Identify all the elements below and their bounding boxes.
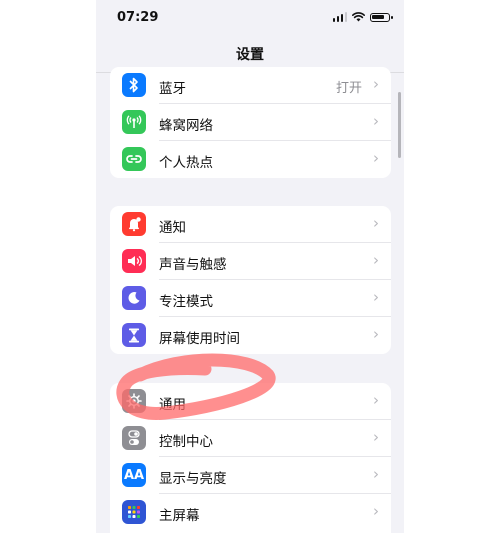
settings-row-focus[interactable]: 专注模式 › bbox=[110, 280, 391, 317]
chevron-right-icon: › bbox=[373, 112, 379, 130]
settings-row-cellular[interactable]: 蜂窝网络 › bbox=[110, 104, 391, 141]
cellular-icon bbox=[122, 110, 146, 134]
chevron-right-icon: › bbox=[373, 428, 379, 446]
chevron-right-icon: › bbox=[373, 391, 379, 409]
settings-row-sounds-haptics[interactable]: 声音与触感 › bbox=[110, 243, 391, 280]
hotspot-icon bbox=[122, 147, 146, 171]
settings-row-personal-hotspot[interactable]: 个人热点 › bbox=[110, 141, 391, 178]
settings-row-notifications[interactable]: 通知 › bbox=[110, 206, 391, 243]
chevron-right-icon: › bbox=[373, 502, 379, 520]
bluetooth-icon bbox=[122, 73, 146, 97]
status-time: 07:29 bbox=[117, 10, 159, 25]
settings-row-label: 专注模式 bbox=[159, 294, 213, 310]
settings-row-label: 屏幕使用时间 bbox=[159, 331, 240, 347]
settings-row-value: 打开 bbox=[335, 81, 362, 96]
settings-group-connectivity: 蓝牙 打开 › 蜂窝网络 › 个人热点 › bbox=[110, 67, 391, 178]
settings-row-bluetooth[interactable]: 蓝牙 打开 › bbox=[110, 67, 391, 104]
settings-row-label: 控制中心 bbox=[159, 434, 213, 450]
page-title: 设置 bbox=[236, 47, 264, 63]
chevron-right-icon: › bbox=[373, 251, 379, 269]
settings-row-screen-time[interactable]: 屏幕使用时间 › bbox=[110, 317, 391, 354]
settings-row-label: 蜂窝网络 bbox=[159, 118, 213, 134]
settings-screen: 07:29 设置 蓝牙 打开 › 蜂窝网络 › 个人热点 › 通知 › 声音与触… bbox=[96, 0, 404, 533]
chevron-right-icon: › bbox=[373, 149, 379, 167]
sound-icon bbox=[122, 249, 146, 273]
chevron-right-icon: › bbox=[373, 325, 379, 343]
settings-row-control-center[interactable]: 控制中心 › bbox=[110, 420, 391, 457]
settings-row-label: 通用 bbox=[159, 397, 186, 413]
hourglass-icon bbox=[122, 323, 146, 347]
text-size-icon: AA bbox=[122, 463, 146, 487]
home-screen-icon bbox=[122, 500, 146, 524]
moon-icon bbox=[122, 286, 146, 310]
settings-row-label: 蓝牙 bbox=[159, 81, 186, 97]
chevron-right-icon: › bbox=[373, 288, 379, 306]
notification-icon bbox=[122, 212, 146, 236]
scroll-indicator[interactable] bbox=[398, 92, 401, 158]
settings-row-label: 通知 bbox=[159, 220, 186, 236]
chevron-right-icon: › bbox=[373, 465, 379, 483]
gear-icon bbox=[122, 389, 146, 413]
battery-icon bbox=[370, 12, 393, 22]
status-icons bbox=[332, 12, 393, 22]
settings-row-label: 主屏幕 bbox=[159, 508, 200, 524]
settings-group-notifications: 通知 › 声音与触感 › 专注模式 › 屏幕使用时间 › bbox=[110, 206, 391, 354]
toggles-icon bbox=[122, 426, 146, 450]
chevron-right-icon: › bbox=[373, 75, 379, 93]
settings-row-label: 声音与触感 bbox=[159, 257, 227, 273]
settings-row-label: 显示与亮度 bbox=[159, 471, 227, 487]
status-bar: 07:29 bbox=[96, 0, 404, 36]
settings-row-home-screen[interactable]: 主屏幕 › bbox=[110, 494, 391, 531]
chevron-right-icon: › bbox=[373, 214, 379, 232]
settings-row-display-brightness[interactable]: AA 显示与亮度 › bbox=[110, 457, 391, 494]
signal-icon bbox=[332, 12, 347, 22]
wifi-icon bbox=[352, 12, 365, 22]
settings-group-general: 通用 › 控制中心 › AA 显示与亮度 › 主屏幕 › bbox=[110, 383, 391, 533]
settings-row-general[interactable]: 通用 › bbox=[110, 383, 391, 420]
settings-row-label: 个人热点 bbox=[159, 155, 213, 171]
